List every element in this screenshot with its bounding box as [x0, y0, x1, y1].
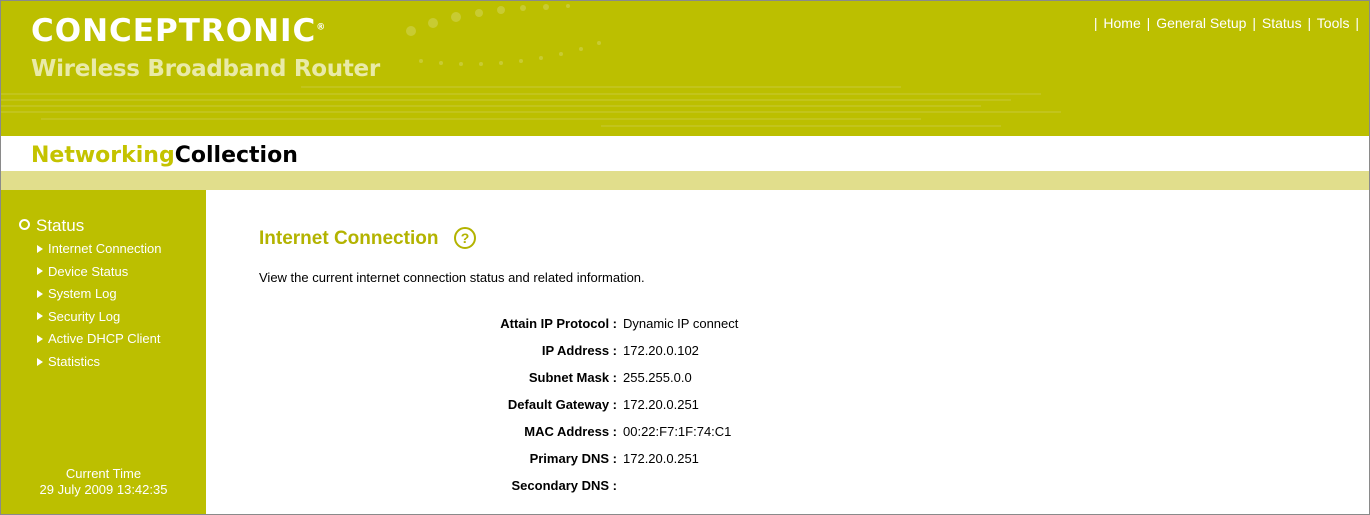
triangle-bullet-icon	[37, 289, 43, 298]
divider-stripe	[1, 171, 1369, 190]
field-value	[623, 472, 738, 499]
product-subtitle: Wireless Broadband Router	[31, 56, 380, 82]
sidebar-item-active-dhcp-client[interactable]: Active DHCP Client	[37, 328, 161, 351]
field-label: MAC Address :	[524, 424, 617, 439]
field-value: 172.20.0.102	[623, 343, 699, 358]
nav-separator: |	[1307, 15, 1312, 31]
nav-separator: |	[1252, 15, 1257, 31]
nav-home-link[interactable]: Home	[1103, 15, 1140, 31]
field-label: Default Gateway :	[507, 397, 617, 412]
sidebar-menu: Internet Connection Device Status System…	[37, 238, 161, 374]
logo-text: CONCEPTRONIC	[31, 13, 317, 49]
field-value: 172.20.0.251	[623, 451, 699, 466]
triangle-bullet-icon	[37, 334, 43, 343]
sidebar-section-status[interactable]: Status	[19, 216, 84, 236]
current-time-label: Current Time	[65, 466, 142, 481]
triangle-bullet-icon	[37, 267, 43, 276]
field-value: Dynamic IP connect	[623, 316, 739, 331]
top-navigation: | Home | General Setup | Status | Tools …	[1092, 15, 1361, 31]
brand-collection-text: Collection	[174, 143, 298, 168]
sidebar: Status Internet Connection Device Status…	[1, 190, 206, 514]
page-title: Internet Connection	[259, 228, 439, 249]
sidebar-section-title: Status	[36, 216, 85, 235]
table-row: Attain IP Protocol : Dynamic IP connect	[259, 310, 738, 337]
page-description: View the current internet connection sta…	[259, 270, 645, 285]
nav-tools-link[interactable]: Tools	[1317, 15, 1350, 31]
table-row: MAC Address : 00:22:F7:1F:74:C1	[259, 418, 738, 445]
field-value: 172.20.0.251	[623, 397, 699, 412]
sidebar-item-system-log[interactable]: System Log	[37, 283, 161, 306]
sidebar-item-statistics[interactable]: Statistics	[37, 351, 161, 374]
nav-separator: |	[1355, 15, 1359, 31]
sidebar-item-label: Statistics	[48, 353, 101, 369]
connection-info-table: Attain IP Protocol : Dynamic IP connect I…	[259, 310, 738, 499]
field-value: 255.255.0.0	[623, 370, 692, 385]
triangle-bullet-icon	[37, 357, 43, 366]
sidebar-item-label: Security Log	[48, 308, 121, 324]
field-label: Primary DNS :	[529, 451, 617, 466]
sidebar-item-label: Device Status	[48, 263, 129, 279]
table-row: IP Address : 172.20.0.102	[259, 337, 738, 364]
help-question-icon[interactable]: ?	[454, 227, 476, 249]
triangle-bullet-icon	[37, 244, 43, 253]
field-label: Secondary DNS :	[511, 478, 617, 493]
conceptronic-logo: CONCEPTRONIC®	[31, 13, 326, 49]
nav-general-setup-link[interactable]: General Setup	[1156, 15, 1246, 31]
table-row: Subnet Mask : 255.255.0.0	[259, 364, 738, 391]
current-time-value: 29 July 2009 13:42:35	[39, 482, 168, 497]
brand-networking-text: Networking	[31, 143, 175, 168]
header-banner: CONCEPTRONIC® Wireless Broadband Router …	[1, 1, 1369, 136]
networking-collection-logo: NetworkingCollection	[31, 143, 298, 168]
field-label: Subnet Mask :	[528, 370, 617, 385]
nav-separator: |	[1146, 15, 1151, 31]
table-row: Primary DNS : 172.20.0.251	[259, 445, 738, 472]
table-row: Secondary DNS :	[259, 472, 738, 499]
table-row: Default Gateway : 172.20.0.251	[259, 391, 738, 418]
sidebar-item-label: Active DHCP Client	[48, 331, 161, 347]
sidebar-item-security-log[interactable]: Security Log	[37, 306, 161, 329]
collection-brand-bar: NetworkingCollection	[1, 136, 1369, 171]
sidebar-item-internet-connection[interactable]: Internet Connection	[37, 238, 161, 261]
field-label: IP Address :	[541, 343, 617, 358]
sidebar-item-device-status[interactable]: Device Status	[37, 261, 161, 284]
nav-status-link[interactable]: Status	[1262, 15, 1302, 31]
main-content: Internet Connection ? View the current i…	[206, 190, 1369, 514]
nav-separator: |	[1093, 15, 1098, 31]
router-admin-window: CONCEPTRONIC® Wireless Broadband Router …	[0, 0, 1370, 515]
triangle-bullet-icon	[37, 312, 43, 321]
sidebar-item-label: System Log	[48, 286, 117, 302]
sidebar-item-label: Internet Connection	[48, 241, 162, 256]
field-value: 00:22:F7:1F:74:C1	[623, 424, 732, 439]
logo-registered-mark: ®	[316, 22, 327, 33]
radio-circle-icon	[19, 219, 30, 231]
field-label: Attain IP Protocol :	[500, 316, 617, 331]
